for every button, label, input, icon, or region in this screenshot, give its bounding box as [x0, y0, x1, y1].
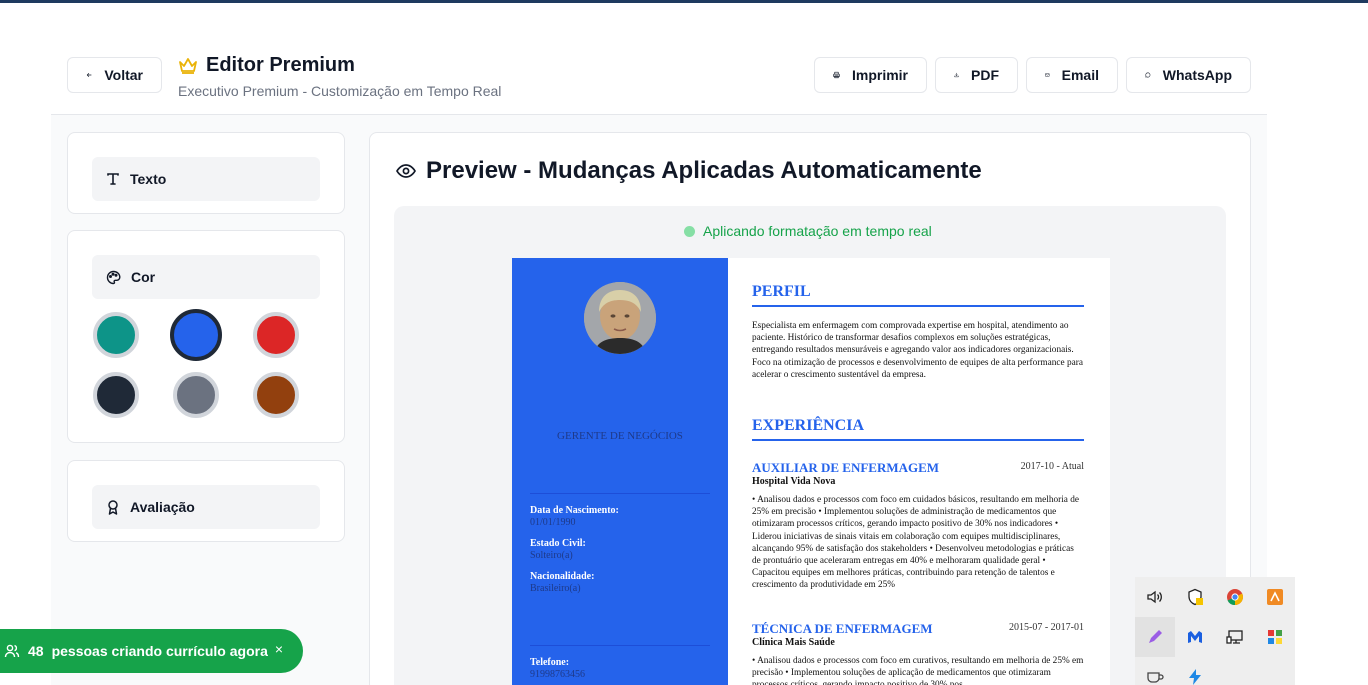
status-dot-icon	[684, 225, 695, 237]
live-status-text: Aplicando formatação em tempo real	[703, 223, 932, 239]
whatsapp-label: WhatsApp	[1162, 67, 1232, 83]
job-company: Hospital Vida Nova	[752, 476, 836, 487]
text-tool-button[interactable]: Texto	[92, 157, 320, 201]
divider	[530, 493, 710, 494]
color-swatch-brown[interactable]	[253, 372, 299, 418]
pdf-button[interactable]: PDF	[935, 57, 1018, 93]
birth-value: 01/01/1990	[530, 517, 576, 528]
profile-heading: PERFIL	[752, 283, 1084, 307]
chat-bubble-icon	[1145, 72, 1151, 78]
job-date: 2015-07 - 2017-01	[1009, 622, 1084, 633]
security-shield-icon[interactable]	[1175, 577, 1215, 617]
rating-panel: Avaliação	[67, 460, 345, 542]
type-icon	[107, 173, 119, 185]
divider	[530, 645, 710, 646]
system-tray-overflow	[1135, 577, 1295, 685]
color-swatch-blue[interactable]	[170, 309, 222, 361]
resume-document: GERENTE DE NEGÓCIOS Data de Nascimento: …	[512, 258, 1110, 685]
malwarebytes-icon[interactable]	[1175, 617, 1215, 657]
job-description: • Analisou dados e processos com foco em…	[752, 656, 1084, 685]
cup-icon[interactable]	[1135, 657, 1175, 685]
eye-icon	[396, 164, 416, 178]
rating-tool-label: Avaliação	[130, 499, 195, 515]
arrow-left-icon	[86, 73, 92, 77]
page-title: Editor Premium	[178, 54, 501, 77]
window-top-border	[0, 0, 1368, 3]
color-swatch-dark[interactable]	[93, 372, 139, 418]
preview-panel: Preview - Mudanças Aplicadas Automaticam…	[369, 132, 1251, 685]
email-label: Email	[1061, 67, 1099, 83]
job-title: TÉCNICA DE ENFERMAGEM	[752, 621, 933, 636]
toast-message: pessoas criando currículo agora	[51, 643, 268, 659]
job-company: Clínica Mais Saúde	[752, 637, 835, 648]
activity-toast: 48 pessoas criando currículo agora ×	[0, 629, 303, 673]
job-title: AUXILIAR DE ENFERMAGEM	[752, 460, 940, 475]
profile-text: Especialista em enfermagem com comprovad…	[752, 321, 1083, 380]
nationality-label: Nacionalidade:	[530, 571, 595, 582]
nationality-value: Brasileiro(a)	[530, 583, 581, 594]
color-panel: Cor	[67, 230, 345, 443]
phone-label: Telefone:	[530, 657, 570, 668]
mail-icon	[1045, 73, 1050, 77]
rating-tool-button[interactable]: Avaliação	[92, 485, 320, 529]
print-button[interactable]: Imprimir	[814, 57, 927, 93]
crown-icon	[179, 57, 197, 74]
award-icon	[108, 499, 118, 515]
download-icon	[954, 72, 959, 78]
pen-icon[interactable]	[1135, 617, 1175, 657]
birth-label: Data de Nascimento:	[530, 505, 619, 516]
print-label: Imprimir	[851, 67, 908, 83]
color-swatch-red[interactable]	[253, 312, 299, 358]
color-grid-icon[interactable]	[1255, 617, 1295, 657]
preview-heading: Preview - Mudanças Aplicadas Automaticam…	[396, 157, 982, 185]
whatsapp-button[interactable]: WhatsApp	[1126, 57, 1251, 93]
pdf-label: PDF	[971, 67, 999, 83]
back-label: Voltar	[104, 67, 143, 83]
avatar	[584, 282, 656, 354]
color-swatch-teal[interactable]	[93, 312, 139, 358]
text-panel: Texto	[67, 132, 345, 214]
page-subtitle: Executivo Premium - Customização em Temp…	[178, 83, 502, 99]
experience-heading: EXPERIÊNCIA	[752, 417, 1084, 441]
civil-label: Estado Civil:	[530, 538, 586, 549]
color-tool-button[interactable]: Cor	[92, 255, 320, 299]
live-status: Aplicando formatação em tempo real	[684, 223, 932, 239]
toast-count: 48	[28, 643, 44, 659]
resume-sidebar: GERENTE DE NEGÓCIOS Data de Nascimento: …	[512, 258, 728, 685]
job-description: • Analisou dados e processos com foco em…	[752, 495, 1080, 591]
toast-close-button[interactable]: ×	[275, 641, 283, 657]
speaker-icon[interactable]	[1135, 577, 1175, 617]
text-tool-label: Texto	[130, 171, 167, 187]
page-heading: Editor Premium Executivo Premium - Custo…	[178, 54, 501, 99]
title-text: Editor Premium	[206, 54, 355, 76]
chrome-icon[interactable]	[1215, 577, 1255, 617]
preview-canvas: Aplicando formatação em tempo real GEREN…	[394, 206, 1226, 685]
bolt-icon[interactable]	[1175, 657, 1215, 685]
phone-value: 91998763456	[530, 669, 585, 680]
resume-role: GERENTE DE NEGÓCIOS	[557, 430, 683, 442]
back-button[interactable]: Voltar	[67, 57, 162, 93]
printer-icon	[833, 71, 840, 79]
job-date: 2017-10 - Atual	[1020, 461, 1084, 472]
color-swatch-gray[interactable]	[173, 372, 219, 418]
users-icon	[4, 644, 20, 658]
civil-value: Solteiro(a)	[530, 550, 573, 561]
email-button[interactable]: Email	[1026, 57, 1118, 93]
palette-icon	[106, 270, 121, 284]
preview-title: Preview - Mudanças Aplicadas Automaticam…	[426, 157, 982, 184]
color-tool-label: Cor	[131, 269, 156, 285]
app-icon[interactable]	[1255, 577, 1295, 617]
avatar-photo	[584, 282, 656, 354]
network-monitor-icon[interactable]	[1215, 617, 1255, 657]
